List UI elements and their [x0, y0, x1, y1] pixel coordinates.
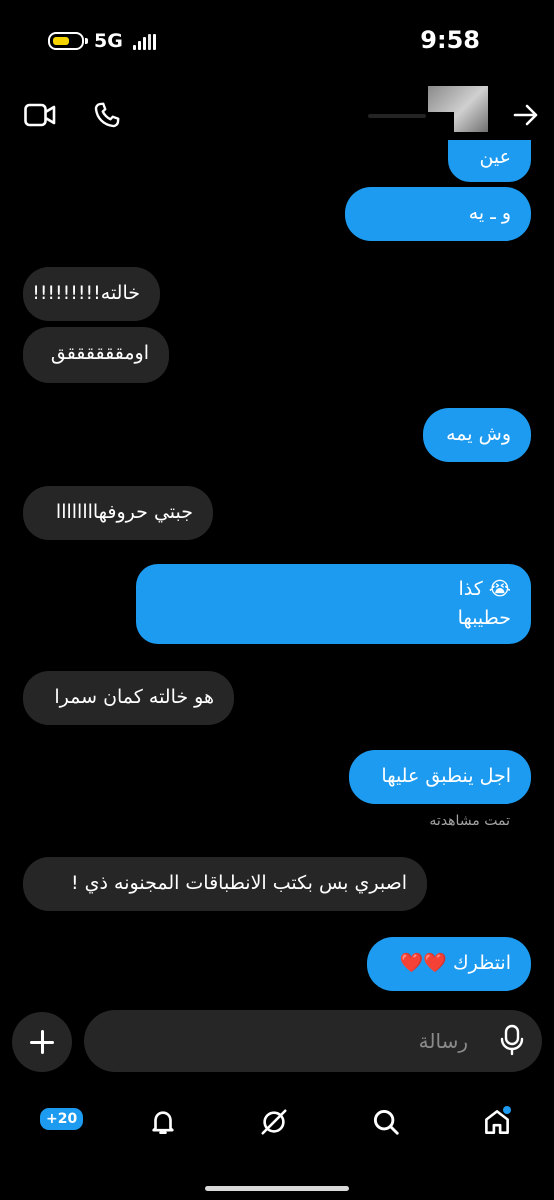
message-text: هو خالته كمان سمرا — [54, 686, 214, 708]
message-text: اومققققققق — [50, 342, 149, 364]
phone-call-icon[interactable] — [92, 100, 122, 130]
status-bar: 5G 9:58 — [0, 0, 554, 82]
message-text: عين — [479, 146, 511, 168]
video-call-icon[interactable] — [24, 102, 56, 128]
message-text: جبتي حروفهاااااااا — [55, 501, 193, 523]
seen-status: تمت مشاهدته — [429, 813, 510, 829]
message-bubble[interactable]: اصبري بس بكتب الانطباقات المجنونه ذي ! — [23, 857, 427, 911]
explore-tab[interactable] — [244, 1092, 304, 1152]
status-time: 9:58 — [420, 26, 480, 54]
message-text: و ـ يه — [468, 202, 511, 224]
home-tab[interactable] — [467, 1092, 527, 1152]
message-text: انتظرك ❤️❤️ — [399, 952, 511, 974]
home-indicator — [205, 1186, 349, 1191]
notification-badge: +20 — [38, 1106, 86, 1132]
message-bubble[interactable]: وش يمه — [423, 408, 531, 462]
back-arrow-icon[interactable] — [512, 102, 540, 128]
contact-name[interactable] — [368, 114, 426, 118]
message-bubble[interactable]: و ـ يه — [345, 187, 531, 241]
notifications-tab[interactable] — [133, 1092, 193, 1152]
microphone-icon[interactable] — [500, 1024, 524, 1056]
network-type: 5G — [94, 30, 123, 52]
message-composer — [0, 1008, 554, 1072]
message-bubble[interactable]: اجل ينطبق عليها — [349, 750, 531, 804]
plus-icon[interactable] — [12, 1012, 72, 1072]
message-bubble[interactable]: خالته!!!!!!!!! — [23, 267, 160, 321]
message-bubble[interactable]: انتظرك ❤️❤️ — [367, 937, 531, 991]
message-bubble[interactable]: عين — [448, 140, 531, 182]
message-text: 😭 كذا — [458, 578, 511, 600]
message-bubble[interactable]: اومققققققق — [23, 327, 169, 383]
unread-dot — [503, 1106, 511, 1114]
battery-icon — [48, 32, 88, 50]
message-text: اصبري بس بكتب الانطباقات المجنونه ذي ! — [71, 872, 407, 894]
message-input[interactable] — [84, 1010, 542, 1072]
notifications-icon — [152, 1111, 174, 1134]
explore-icon — [261, 1109, 287, 1135]
message-text: حطيبها — [457, 607, 511, 629]
chat-header — [0, 86, 554, 148]
search-tab[interactable] — [356, 1092, 416, 1152]
signal-icon — [133, 34, 159, 50]
message-bubble[interactable]: 😭 كذا حطيبها — [136, 564, 531, 644]
message-bubble[interactable]: هو خالته كمان سمرا — [23, 671, 234, 725]
message-text: اجل ينطبق عليها — [381, 765, 511, 787]
message-text: وش يمه — [446, 423, 511, 445]
messages-tab[interactable]: +20 — [22, 1092, 86, 1152]
message-text: خالته!!!!!!!!! — [32, 282, 140, 304]
message-list[interactable]: عين و ـ يه خالته!!!!!!!!! اومققققققق وش … — [0, 140, 554, 1000]
message-bubble[interactable]: جبتي حروفهاااااااا — [23, 486, 213, 540]
bottom-nav: +20 — [0, 1082, 554, 1162]
search-icon — [373, 1109, 399, 1135]
